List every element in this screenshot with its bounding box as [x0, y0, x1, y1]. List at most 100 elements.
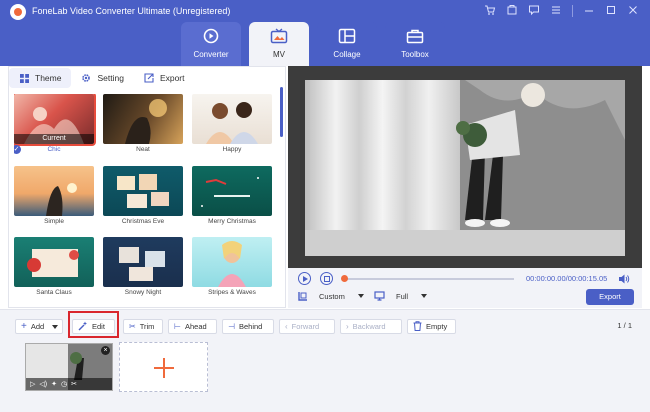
menu-icon[interactable] — [547, 4, 565, 18]
progress-bar[interactable] — [341, 275, 514, 282]
playback-controls: 00:00:00.00/00:00:15.05 — [288, 269, 642, 289]
current-badge: Current — [14, 134, 94, 144]
empty-label: Empty — [426, 322, 448, 331]
play-icon[interactable] — [298, 272, 311, 285]
theme-tile-happy[interactable]: Happy — [192, 94, 272, 154]
preview-options: Custom Full Export — [288, 288, 642, 308]
close-icon[interactable]: × — [101, 346, 110, 355]
theme-label: Merry Christmas — [208, 218, 256, 225]
insert-ahead-icon: ⊢ — [174, 322, 181, 331]
plus-icon: + — [21, 321, 27, 332]
preview-frame — [305, 80, 625, 256]
user-icon[interactable] — [503, 4, 521, 18]
theme-tile-neat[interactable]: Neat — [103, 94, 183, 154]
theme-tile-chic[interactable]: Current ✓ Chic — [14, 94, 96, 154]
progress-handle[interactable] — [341, 275, 348, 282]
theme-label: Neat — [136, 146, 150, 153]
ahead-button[interactable]: ⊢ Ahead — [168, 319, 217, 334]
theme-thumbnail — [103, 237, 183, 287]
forward-icon: ‹ — [285, 322, 288, 331]
app-logo-icon — [10, 4, 26, 20]
ahead-label: Ahead — [184, 322, 207, 331]
add-clip-slot[interactable] — [119, 342, 208, 392]
theme-thumbnail — [192, 94, 272, 144]
tab-label: Toolbox — [401, 50, 429, 59]
tab-theme[interactable]: Theme — [9, 68, 72, 88]
volume-icon[interactable] — [618, 273, 630, 285]
theme-tile-christmas-eve[interactable]: Christmas Eve — [103, 166, 183, 226]
toolbox-icon — [406, 29, 424, 44]
theme-thumbnail — [14, 166, 94, 216]
tab-export[interactable]: Export — [134, 68, 195, 88]
plus-icon — [154, 358, 174, 378]
empty-button[interactable]: Empty — [407, 319, 456, 334]
behind-label: Behind — [238, 322, 263, 331]
preview-panel: 00:00:00.00/00:00:15.05 Custom Full Expo… — [288, 66, 642, 308]
tab-export-label: Export — [159, 73, 185, 83]
aspect-dropdown[interactable]: Custom — [298, 291, 364, 301]
minimize-icon[interactable] — [580, 4, 598, 18]
theme-tile-stripes-waves[interactable]: Stripes & Waves — [192, 237, 272, 297]
scissors-icon[interactable]: ✂ — [71, 380, 77, 388]
theme-label: Stripes & Waves — [208, 289, 256, 296]
theme-grid: Current ✓ Chic Neat Happy Simple Christm… — [14, 94, 276, 306]
tab-mv[interactable]: MV — [249, 22, 309, 66]
tab-collage[interactable]: Collage — [317, 22, 377, 66]
clock-icon[interactable]: ◷ — [61, 380, 67, 388]
chevron-down-icon — [357, 294, 364, 298]
add-button[interactable]: + Add — [15, 319, 63, 334]
theme-thumbnail — [14, 237, 94, 287]
app-title: FoneLab Video Converter Ultimate (Unregi… — [32, 6, 231, 16]
clip-thumbnail[interactable]: ▷ ◁) ✦ ◷ ✂ × — [25, 343, 113, 391]
cart-icon[interactable] — [481, 4, 499, 18]
tab-toolbox[interactable]: Toolbox — [385, 22, 445, 66]
window-controls — [481, 4, 642, 18]
close-icon[interactable] — [624, 4, 642, 18]
scissors-icon: ✂ — [129, 322, 136, 331]
aspect-ratio-icon — [298, 292, 307, 301]
play-icon[interactable]: ▷ — [30, 380, 35, 388]
trim-button[interactable]: ✂ Trim — [123, 319, 163, 334]
tab-converter[interactable]: Converter — [181, 22, 241, 66]
timeline: ▷ ◁) ✦ ◷ ✂ × — [0, 341, 650, 412]
theme-tile-santa-claus[interactable]: Santa Claus — [14, 237, 94, 297]
theme-tile-snowy-night[interactable]: Snowy Night — [103, 237, 183, 297]
tab-setting[interactable]: Setting — [71, 68, 133, 88]
tab-label: MV — [273, 50, 285, 59]
feedback-icon[interactable] — [525, 4, 543, 18]
behind-button[interactable]: ⊣ Behind — [222, 319, 274, 334]
video-preview — [288, 66, 642, 268]
theme-tile-simple[interactable]: Simple — [14, 166, 94, 226]
tab-setting-label: Setting — [97, 73, 124, 83]
export-button[interactable]: Export — [586, 289, 634, 305]
stop-icon[interactable] — [320, 272, 333, 285]
theme-thumbnail — [192, 237, 272, 287]
theme-thumbnail — [103, 166, 183, 216]
forward-button[interactable]: ‹ Forward — [279, 319, 335, 334]
scrollbar[interactable] — [280, 87, 283, 137]
clip-controls: ▷ ◁) ✦ ◷ ✂ — [26, 378, 112, 390]
theme-label: Snowy Night — [124, 289, 162, 296]
maximize-icon[interactable] — [602, 4, 620, 18]
mode-dropdown[interactable]: Full — [374, 291, 428, 301]
trim-label: Trim — [139, 322, 155, 331]
tab-label: Collage — [333, 50, 361, 59]
main-tabs: Converter MV Collage Toolbox — [181, 22, 445, 66]
magic-wand-icon[interactable]: ✦ — [51, 380, 57, 388]
gear-icon — [81, 73, 91, 83]
volume-icon[interactable]: ◁) — [39, 380, 47, 388]
page-indicator: 1 / 1 — [617, 321, 632, 330]
theme-tile-merry-christmas[interactable]: Merry Christmas — [192, 166, 272, 226]
backward-label: Backward — [352, 322, 386, 331]
add-label: Add — [30, 322, 45, 331]
aspect-value: Custom — [319, 291, 345, 301]
theme-label: Simple — [44, 218, 64, 225]
theme-thumbnail — [192, 166, 272, 216]
chevron-down-icon — [52, 324, 59, 329]
panel-tabs: Theme Setting Export — [9, 67, 287, 89]
export-icon — [144, 73, 154, 83]
theme-panel: Theme Setting Export Current ✓ Chic Neat… — [8, 66, 286, 308]
backward-button[interactable]: › Backward — [340, 319, 402, 334]
forward-label: Forward — [291, 322, 320, 331]
mv-icon — [270, 28, 288, 44]
